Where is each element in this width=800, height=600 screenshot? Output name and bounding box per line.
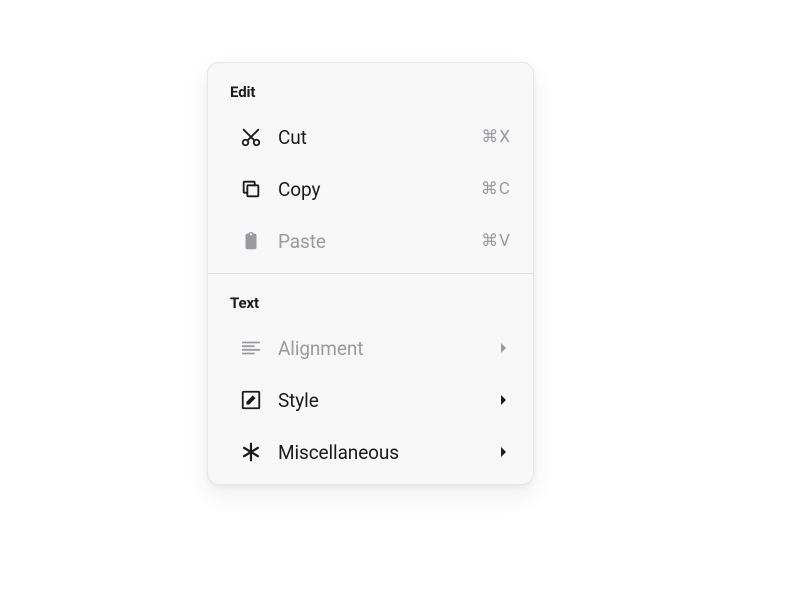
menu-item-miscellaneous[interactable]: Miscellaneous: [208, 426, 533, 478]
menu-item-label: Style: [278, 389, 497, 412]
menu-item-shortcut: ⌘X: [481, 127, 511, 147]
menu-item-paste: Paste ⌘V: [208, 215, 533, 267]
copy-icon: [238, 176, 264, 202]
scissors-icon: [238, 124, 264, 150]
align-left-icon: [238, 335, 264, 361]
menu-item-label: Miscellaneous: [278, 441, 497, 464]
chevron-right-icon: [497, 341, 511, 355]
menu-item-label: Alignment: [278, 337, 497, 360]
section-title-text: Text: [208, 280, 533, 322]
clipboard-icon: [238, 228, 264, 254]
menu-section-edit: Edit Cut ⌘X Copy ⌘C: [208, 63, 533, 273]
context-menu: Edit Cut ⌘X Copy ⌘C: [207, 62, 534, 485]
chevron-right-icon: [497, 445, 511, 459]
menu-item-label: Cut: [278, 126, 481, 149]
menu-section-text: Text Alignment: [208, 273, 533, 484]
menu-item-label: Paste: [278, 230, 481, 253]
section-title-edit: Edit: [208, 69, 533, 111]
asterisk-icon: [238, 439, 264, 465]
menu-item-style[interactable]: Style: [208, 374, 533, 426]
menu-item-copy[interactable]: Copy ⌘C: [208, 163, 533, 215]
chevron-right-icon: [497, 393, 511, 407]
menu-item-alignment: Alignment: [208, 322, 533, 374]
brush-icon: [238, 387, 264, 413]
menu-item-label: Copy: [278, 178, 481, 201]
menu-item-shortcut: ⌘V: [481, 231, 511, 251]
menu-item-shortcut: ⌘C: [481, 179, 511, 199]
menu-item-cut[interactable]: Cut ⌘X: [208, 111, 533, 163]
